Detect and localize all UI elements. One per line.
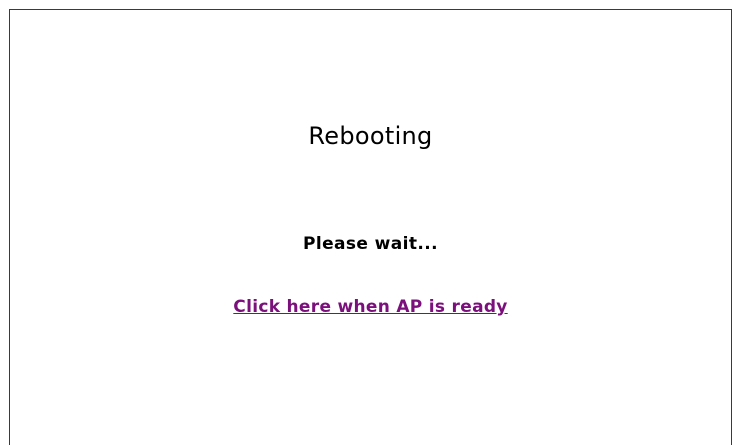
page-title: Rebooting (308, 122, 433, 150)
ap-ready-link[interactable]: Click here when AP is ready (233, 297, 507, 317)
ready-link-container: Click here when AP is ready (10, 297, 731, 317)
status-message: Please wait... (303, 234, 438, 254)
content-frame: Rebooting Please wait... Click here when… (9, 9, 732, 445)
